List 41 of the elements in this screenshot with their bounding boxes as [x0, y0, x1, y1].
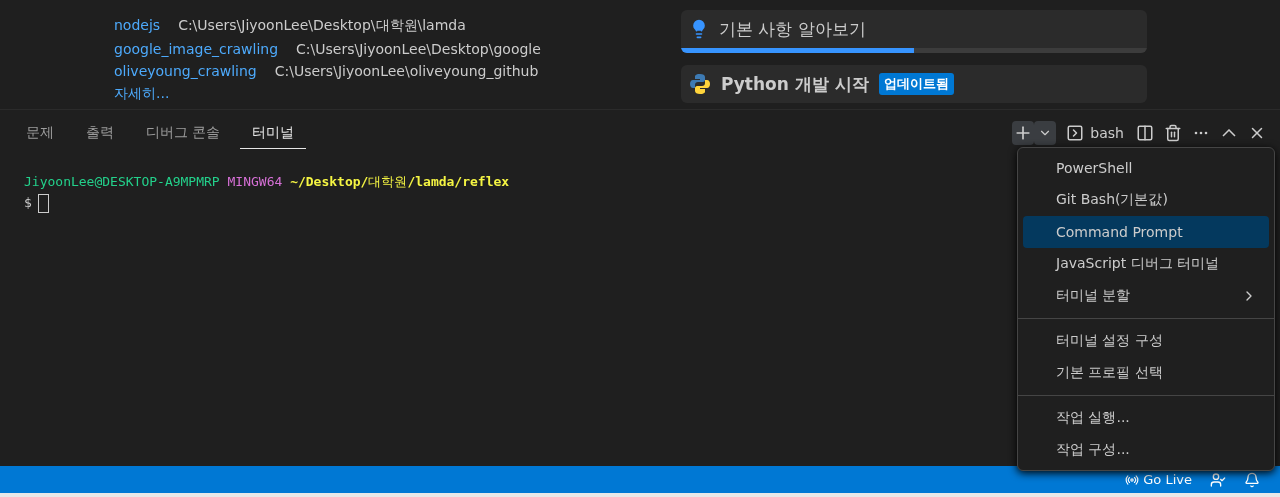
menu-item[interactable]: 터미널 설정 구성: [1023, 325, 1269, 357]
broadcast-icon: [1125, 472, 1140, 487]
menu-item[interactable]: Git Bash(기본값): [1023, 184, 1269, 216]
more-link[interactable]: 자세히...: [114, 85, 170, 103]
python-logo-icon: [689, 73, 711, 95]
menu-item[interactable]: 작업 구성...: [1023, 434, 1269, 466]
walkthrough-card[interactable]: 기본 사항 알아보기: [681, 10, 1147, 53]
project-path: C:\Users\JiyoonLee\Desktop\google: [296, 41, 541, 57]
panel-tab[interactable]: 디버그 콘솔: [134, 116, 233, 149]
chevron-up-icon: [1222, 128, 1236, 137]
panel-tab[interactable]: 터미널: [240, 116, 307, 149]
recent-project-link[interactable]: oliveyoung_crawling: [114, 63, 257, 79]
new-terminal-button[interactable]: [1012, 120, 1035, 145]
terminal-profile-button[interactable]: bash: [1062, 123, 1128, 142]
go-live-button[interactable]: Go Live: [1125, 472, 1192, 487]
menu-item[interactable]: 기본 프로필 선택: [1023, 357, 1269, 389]
menu-item[interactable]: 작업 실행...: [1023, 402, 1269, 434]
split-icon: [1136, 123, 1154, 142]
panel-tab[interactable]: 출력: [74, 116, 126, 149]
walkthrough-card[interactable]: Python 개발 시작 업데이트됨: [681, 65, 1147, 103]
ellipsis-icon: [1194, 130, 1208, 135]
panel-tab[interactable]: 문제: [14, 116, 66, 149]
project-path: C:\Users\JiyoonLee\Desktop\대학원\lamda: [178, 17, 466, 35]
menu-item[interactable]: 터미널 분할: [1023, 280, 1269, 312]
terminal-icon: [1066, 123, 1085, 142]
project-path: C:\Users\JiyoonLee\oliveyoung_github: [274, 63, 539, 79]
updated-badge: 업데이트됨: [878, 73, 954, 95]
terminal-dropdown-button[interactable]: [1034, 120, 1057, 145]
trash-icon: [1164, 123, 1182, 142]
bell-icon[interactable]: [1244, 471, 1260, 488]
terminal-cursor: [37, 194, 49, 213]
walkthrough-title: Python 개발 시작: [721, 72, 869, 96]
terminal-prompt-line: JiyoonLee@DESKTOP-A9MPMRP MINGW64 ~/Desktop/대학원/lamda/reflex: [24, 173, 511, 191]
menu-item[interactable]: JavaScript 디버그 터미널: [1023, 248, 1269, 280]
recent-project-link[interactable]: google_image_crawling: [114, 41, 279, 57]
menu-item[interactable]: Command Prompt: [1023, 216, 1269, 248]
recent-project-link[interactable]: nodejs: [114, 17, 161, 35]
menu-item[interactable]: PowerShell: [1023, 152, 1269, 184]
walkthrough-title: 기본 사항 알아보기: [719, 17, 866, 41]
prompt-symbol: $: [24, 195, 32, 210]
account-icon[interactable]: [1210, 471, 1226, 488]
